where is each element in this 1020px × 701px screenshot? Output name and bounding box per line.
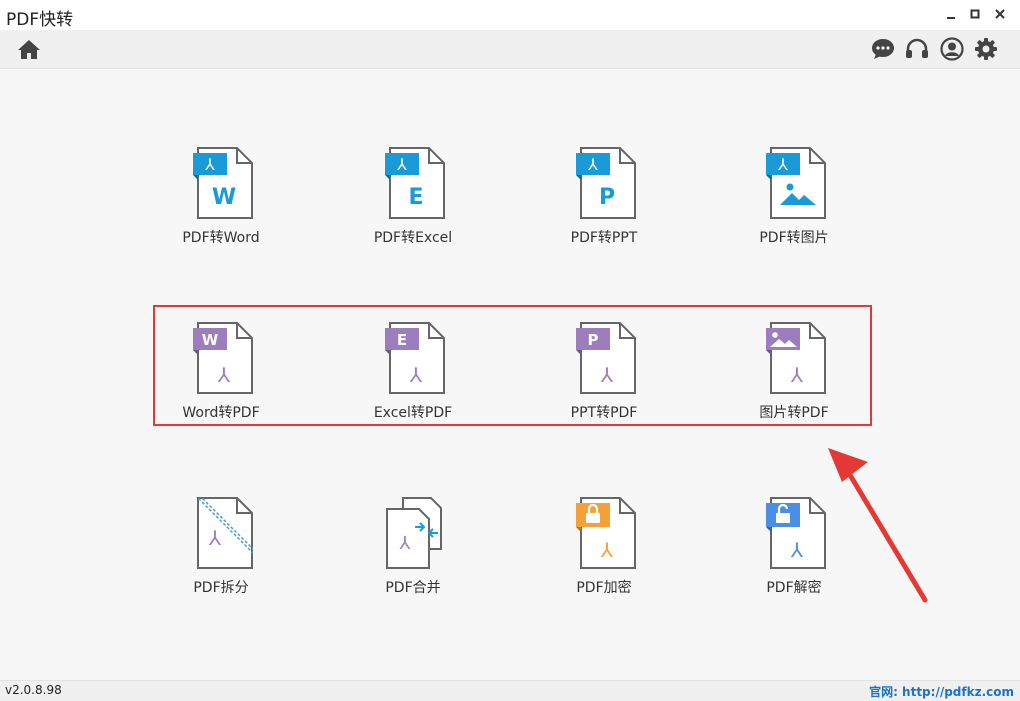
pdf-to-ppt-icon: ⅄ P — [576, 147, 636, 219]
website-link[interactable]: 官网: http://pdfkz.com — [869, 683, 1014, 700]
red-arrow-icon — [828, 448, 928, 603]
svg-text:⅄: ⅄ — [396, 155, 407, 174]
home-button[interactable] — [16, 36, 42, 62]
svg-text:⅄: ⅄ — [208, 526, 222, 550]
tile-pdf-to-excel[interactable]: ⅄ E PDF转Excel — [338, 147, 488, 257]
svg-text:⅄: ⅄ — [587, 155, 598, 174]
home-icon — [18, 40, 40, 59]
svg-text:⅄: ⅄ — [204, 155, 215, 174]
account-button[interactable] — [939, 36, 965, 62]
tile-label: PDF加密 — [576, 580, 632, 596]
app-title: PDF快转 — [6, 10, 74, 30]
svg-text:E: E — [408, 185, 423, 210]
highlight-box — [153, 305, 872, 426]
user-icon — [940, 37, 964, 61]
svg-text:⅄: ⅄ — [777, 155, 788, 174]
tile-pdf-merge[interactable]: ⅄ PDF合并 — [338, 497, 488, 607]
tile-label: PDF转Word — [182, 230, 260, 246]
pdf-decrypt-icon: ⅄ — [766, 497, 826, 569]
gear-icon — [975, 38, 997, 60]
tile-label: PDF转图片 — [759, 230, 829, 246]
tile-pdf-to-word[interactable]: ⅄ W PDF转Word — [146, 147, 296, 257]
toolbar — [0, 30, 1020, 69]
pdf-merge-icon: ⅄ — [386, 497, 442, 569]
svg-text:⅄: ⅄ — [790, 538, 804, 562]
tile-label: PDF合并 — [385, 580, 441, 596]
pdf-to-excel-icon: ⅄ E — [385, 147, 445, 219]
svg-text:⅄: ⅄ — [400, 533, 412, 554]
svg-text:W: W — [212, 185, 236, 210]
minimize-icon — [947, 17, 955, 19]
minimize-button[interactable] — [940, 3, 962, 25]
pdf-split-icon: ⅄ — [195, 497, 253, 569]
support-button[interactable] — [904, 36, 930, 62]
maximize-button[interactable] — [964, 3, 986, 25]
pdf-to-image-icon: ⅄ — [766, 147, 826, 219]
tile-pdf-to-ppt[interactable]: ⅄ P PDF转PPT — [529, 147, 679, 257]
svg-text:P: P — [599, 185, 615, 210]
settings-button[interactable] — [973, 36, 999, 62]
maximize-icon — [970, 9, 980, 19]
tile-label: PDF拆分 — [193, 580, 249, 596]
tile-pdf-to-image[interactable]: ⅄ PDF转图片 — [719, 147, 869, 257]
pdf-encrypt-icon: ⅄ — [576, 497, 636, 569]
tile-pdf-split[interactable]: ⅄ PDF拆分 — [146, 497, 296, 607]
status-bar: v2.0.8.98 官网: http://pdfkz.com — [0, 680, 1020, 701]
close-icon — [995, 9, 1005, 19]
title-bar: PDF快转 — [0, 0, 1020, 30]
svg-text:⅄: ⅄ — [600, 538, 614, 562]
headset-icon — [906, 38, 928, 58]
tile-label: PDF转Excel — [373, 230, 453, 246]
close-button[interactable] — [989, 3, 1011, 25]
chat-icon — [872, 39, 894, 59]
version-label: v2.0.8.98 — [5, 683, 62, 697]
tile-pdf-encrypt[interactable]: ⅄ PDF加密 — [529, 497, 679, 607]
pdf-to-word-icon: ⅄ W — [193, 147, 253, 219]
chat-button[interactable] — [870, 36, 896, 62]
tile-label: PDF转PPT — [570, 230, 638, 246]
